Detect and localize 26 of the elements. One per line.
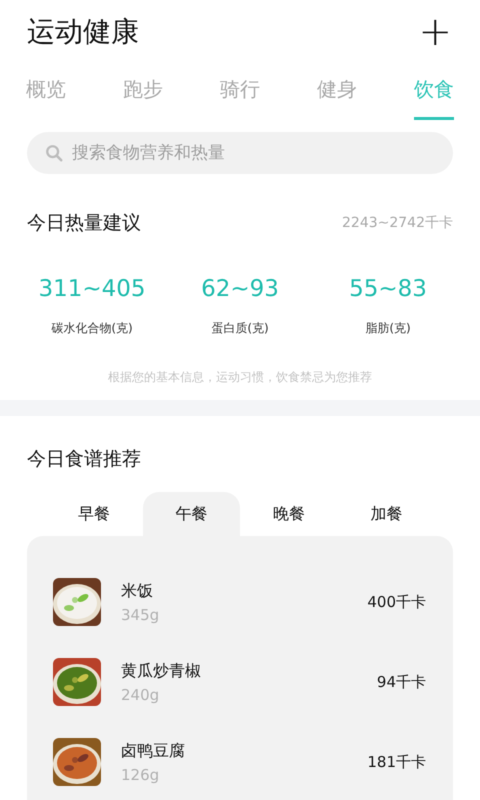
food-calories: 181千卡: [367, 752, 426, 772]
food-calories: 94千卡: [376, 672, 426, 692]
macro-label: 碳水化合物(克): [51, 320, 133, 337]
calorie-range: 2243~2742千卡: [342, 214, 453, 232]
macro-value: 311~405: [38, 276, 146, 302]
search-field[interactable]: 搜索食物营养和热量: [27, 132, 453, 174]
section-title: 今日食谱推荐: [27, 447, 141, 472]
food-name: 卤鸭豆腐: [121, 740, 186, 762]
macro-value: 55~83: [349, 276, 427, 302]
section-title: 今日热量建议: [27, 211, 141, 236]
meal-tab[interactable]: 加餐: [338, 492, 435, 536]
meal-tab[interactable]: 早餐: [45, 492, 142, 536]
meal-tab[interactable]: 午餐: [142, 492, 240, 536]
food-weight: 240g: [121, 686, 160, 704]
meal-tab[interactable]: 晚餐: [240, 492, 338, 536]
macro-label: 蛋白质(克): [211, 320, 269, 337]
macro-label: 脂肪(克): [365, 320, 411, 337]
macro-value: 62~93: [201, 276, 279, 302]
page-title: 运动健康: [27, 14, 139, 50]
recommendation-note: 根据您的基本信息，运动习惯，饮食禁忌为您推荐: [107, 369, 373, 386]
food-calories: 400千卡: [367, 592, 426, 612]
food-weight: 345g: [121, 606, 160, 624]
add-button[interactable]: +: [410, 12, 460, 52]
food-name: 米饭: [121, 580, 154, 602]
food-weight: 126g: [121, 766, 160, 784]
food-name: 黄瓜炒青椒: [121, 660, 202, 682]
